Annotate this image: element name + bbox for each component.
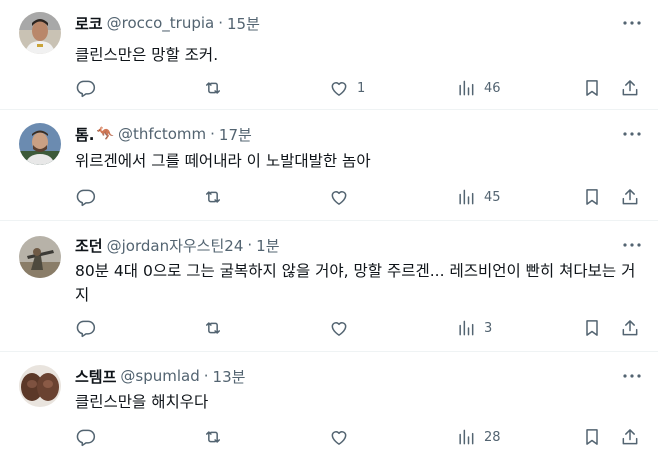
avatar[interactable] [19,365,61,407]
tweet-2[interactable]: 톰. 🦘 @thfctomm · 17분 위르겐에서 그를 떼어내라 이 노발대… [0,111,658,221]
timestamp[interactable]: 1분 [256,235,279,256]
avatar[interactable] [19,236,61,278]
reply-button[interactable] [76,316,104,340]
tweet-text: 80분 4대 0으로 그는 굴복하지 않을 거야, 망할 주르겐... 레즈비언… [75,262,636,304]
tweet-text: 클린스만을 해치우다 [75,393,209,411]
heart-icon [331,191,347,205]
heart-icon [331,431,347,445]
tweet-text: 위르겐에서 그를 떼어내라 이 노발대발한 놈아 [75,152,371,170]
retweet-button[interactable] [203,76,231,100]
more-icon[interactable] [622,15,642,31]
like-count: 1 [357,80,366,96]
separator-dot: · [210,125,215,143]
views-button[interactable]: 3 [456,316,492,340]
tweet-actions: 1 46 [0,76,658,100]
user-handle[interactable]: @spumlad [120,367,199,385]
user-name[interactable]: 로코 [75,13,103,34]
timestamp[interactable]: 13분 [213,366,246,387]
views-chart-icon [459,189,474,205]
user-handle[interactable]: @thfctomm [118,125,206,143]
retweet-button[interactable] [203,185,231,209]
view-count: 46 [484,80,501,96]
view-count: 28 [484,429,501,445]
tweet-header: 조던 @jordan자우스틴24 · 1분 [75,234,280,256]
like-button[interactable]: 1 [329,76,365,100]
user-name[interactable]: 스템프 [75,366,116,387]
reply-icon [76,320,96,338]
user-name[interactable]: 조던 [75,235,103,256]
view-count: 45 [484,189,501,205]
reply-button[interactable] [76,76,104,100]
tweet-text: 클린스만은 망할 조커. [75,46,219,64]
view-count: 3 [484,320,493,336]
tweet-actions: 3 [0,316,658,340]
share-icon [622,320,638,336]
bookmark-button[interactable] [582,76,602,100]
separator-dot: · [247,236,253,254]
separator-dot: · [218,14,224,32]
bookmark-icon [586,189,598,205]
reply-icon [76,189,96,207]
retweet-icon [206,191,220,203]
tweet-1[interactable]: 로코 @rocco_trupia · 15분 클린스만은 망할 조커. 1 46 [0,0,658,110]
avatar[interactable] [19,12,61,54]
more-icon[interactable] [622,237,642,253]
views-button[interactable]: 45 [456,185,501,209]
share-icon [622,189,638,205]
bookmark-button[interactable] [582,316,602,340]
tweet-header: 로코 @rocco_trupia · 15분 [75,12,260,34]
avatar[interactable] [19,123,61,165]
tweet-4[interactable]: 스템프 @spumlad · 13분 클린스만을 해치우다 28 [0,353,658,462]
bookmark-button[interactable] [582,185,602,209]
views-chart-icon [459,429,474,445]
tweet-3[interactable]: 조던 @jordan자우스틴24 · 1분 80분 4대 0으로 그는 굴복하지… [0,222,658,352]
like-button[interactable] [329,185,357,209]
views-chart-icon [459,320,474,336]
bookmark-button[interactable] [582,425,602,449]
retweet-icon [206,82,220,94]
timestamp[interactable]: 15분 [227,13,260,34]
heart-icon [331,322,347,336]
reply-button[interactable] [76,185,104,209]
views-chart-icon [459,80,474,96]
timestamp[interactable]: 17분 [219,124,252,145]
heart-icon [331,82,347,96]
tweet-actions: 45 [0,185,658,209]
share-icon [622,429,638,445]
like-button[interactable] [329,316,357,340]
share-button[interactable] [620,425,640,449]
share-button[interactable] [620,316,640,340]
share-icon [622,80,638,96]
user-handle[interactable]: @rocco_trupia [107,14,215,32]
retweet-button[interactable] [203,425,231,449]
more-icon[interactable] [622,126,642,142]
tweet-actions: 28 [0,425,658,449]
share-button[interactable] [620,76,640,100]
bookmark-icon [586,429,598,445]
retweet-icon [206,322,220,334]
reply-icon [76,429,96,447]
tweet-header: 톰. 🦘 @thfctomm · 17분 [75,123,252,145]
like-button[interactable] [329,425,357,449]
views-button[interactable]: 46 [456,76,501,100]
user-handle[interactable]: @jordan자우스틴24 [107,235,244,256]
reply-icon [76,80,96,98]
views-button[interactable]: 28 [456,425,501,449]
more-icon[interactable] [622,368,642,384]
share-button[interactable] [620,185,640,209]
separator-dot: · [203,367,209,385]
retweet-button[interactable] [203,316,231,340]
reply-button[interactable] [76,425,104,449]
bookmark-icon [586,320,598,336]
kangaroo-emoji: 🦘 [96,126,114,142]
retweet-icon [206,431,220,443]
user-name[interactable]: 톰. [75,124,95,145]
bookmark-icon [586,80,598,96]
tweet-header: 스템프 @spumlad · 13분 [75,365,245,387]
